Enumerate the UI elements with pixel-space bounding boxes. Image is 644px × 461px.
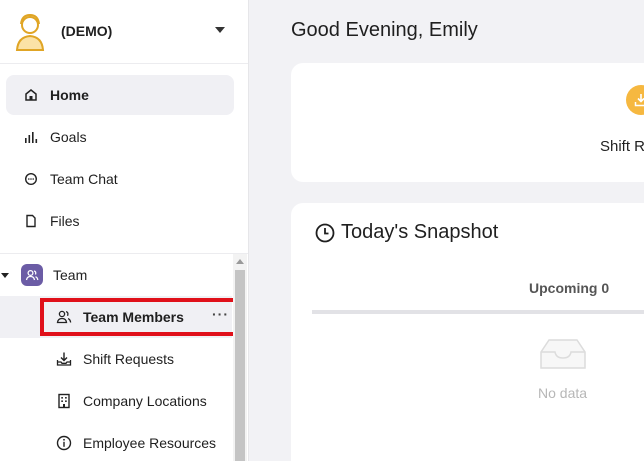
nav-goals[interactable]: Goals — [6, 117, 234, 157]
snapshot-title: Today's Snapshot — [315, 221, 498, 244]
nav-shift-requests[interactable]: Shift Requests — [0, 338, 232, 380]
org-switcher[interactable]: (DEMO) — [0, 0, 248, 64]
tab-upcoming[interactable]: Upcoming 0 — [529, 280, 609, 296]
scroll-up-arrow-icon[interactable] — [236, 259, 244, 264]
nav-files-label: Files — [50, 213, 80, 229]
clock-icon — [315, 223, 335, 242]
greeting-heading: Good Evening, Emily — [291, 19, 478, 41]
shift-request-icon — [626, 85, 644, 115]
empty-inbox-icon — [540, 339, 586, 369]
dropdown-caret-icon[interactable] — [215, 27, 225, 33]
nav-employee-resources-label: Employee Resources — [83, 435, 217, 451]
shift-requests-card[interactable]: Shift R — [291, 63, 644, 182]
nav-files[interactable]: Files — [6, 201, 234, 241]
nav-company-locations-label: Company Locations — [83, 393, 207, 409]
nav-home-label: Home — [50, 87, 89, 103]
team-label: Team — [53, 267, 88, 283]
chat-icon — [23, 171, 39, 187]
org-name: (DEMO) — [61, 23, 113, 39]
building-icon — [55, 392, 73, 410]
snapshot-title-text: Today's Snapshot — [341, 221, 499, 243]
nav-team-chat-label: Team Chat — [50, 171, 118, 187]
nav-company-locations[interactable]: Company Locations — [0, 380, 232, 422]
nav-home[interactable]: Home — [6, 75, 234, 115]
info-icon — [55, 434, 73, 452]
nav-team-chat[interactable]: Team Chat — [6, 159, 234, 199]
org-avatar-icon — [15, 13, 45, 51]
empty-state-text: No data — [538, 385, 588, 401]
nav-shift-requests-label: Shift Requests — [83, 351, 175, 367]
team-icon — [21, 264, 43, 286]
tab-underline — [312, 310, 644, 314]
home-icon — [23, 87, 39, 103]
file-icon — [23, 213, 39, 229]
bar-chart-icon — [23, 129, 39, 145]
selection-highlight-box — [40, 298, 238, 336]
sidebar-divider — [0, 253, 248, 254]
shift-requests-card-label: Shift R — [600, 138, 644, 155]
scrollbar-thumb[interactable] — [235, 270, 245, 461]
collapse-triangle-icon[interactable] — [1, 272, 9, 278]
nav-goals-label: Goals — [50, 129, 87, 145]
sidebar: (DEMO) Home Goals Team Chat Files Team T… — [0, 0, 249, 461]
download-tray-icon — [55, 350, 73, 368]
team-section-toggle[interactable]: Team — [0, 256, 232, 294]
sidebar-scrollbar[interactable] — [233, 254, 247, 461]
nav-employee-resources[interactable]: Employee Resources — [0, 422, 232, 461]
todays-snapshot-card: Today's Snapshot Upcoming 0 No data — [291, 203, 644, 461]
